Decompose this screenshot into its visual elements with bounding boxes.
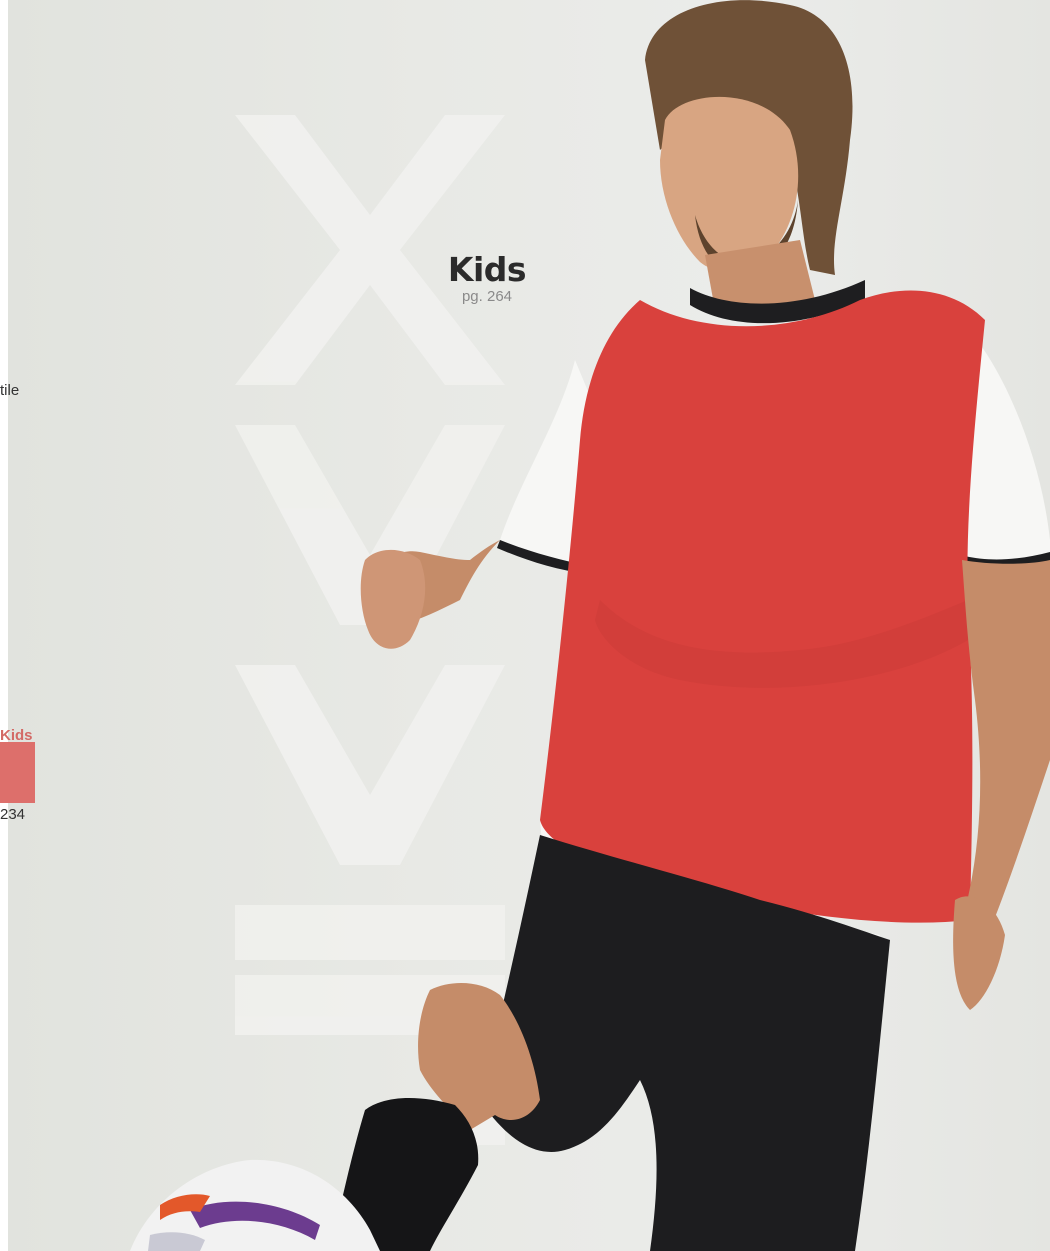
page-reference: pg. 264 bbox=[461, 288, 513, 305]
section-label: Kids pg. 264 bbox=[444, 251, 530, 305]
product-photo bbox=[130, 0, 1050, 1251]
section-title: Kids bbox=[447, 250, 527, 289]
